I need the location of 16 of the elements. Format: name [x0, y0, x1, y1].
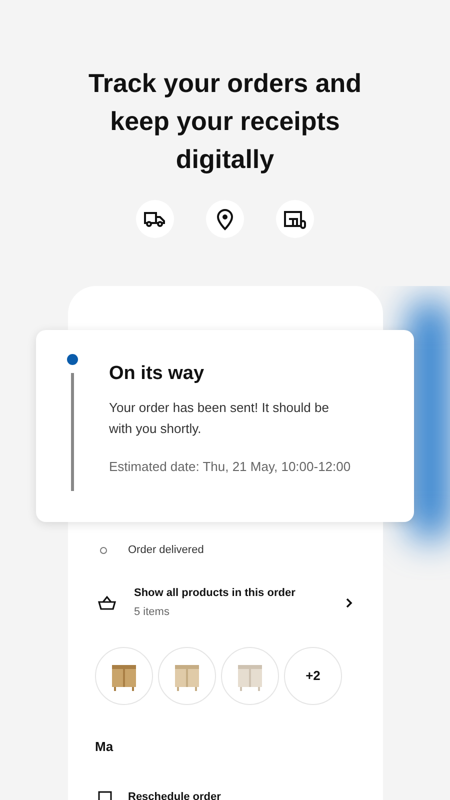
- storefront-icon: [276, 200, 314, 238]
- products-title: Show all products in this order: [134, 586, 296, 600]
- timeline-label: Order delivered: [128, 543, 204, 558]
- location-pin-icon: [206, 200, 244, 238]
- status-title: On its way: [109, 362, 206, 386]
- truck-icon: [136, 200, 174, 238]
- headline: Track your orders and keep your receipts digitally: [87, 67, 363, 176]
- more-products-button[interactable]: +2: [284, 646, 342, 704]
- estimated-date: Estimated date: Thu, 21 May, 10:00-12:00: [109, 458, 351, 476]
- action-row[interactable]: Reschedule order: [98, 789, 353, 800]
- status-message: Your order has been sent! It should be with you shortly.: [109, 398, 330, 438]
- chevron-right-icon: [345, 596, 353, 608]
- basket-icon: [98, 594, 116, 610]
- products-count: 5 items: [134, 605, 170, 620]
- products-row[interactable]: Show all products in this order 5 items: [98, 584, 353, 620]
- section-heading: Ma: [95, 738, 114, 756]
